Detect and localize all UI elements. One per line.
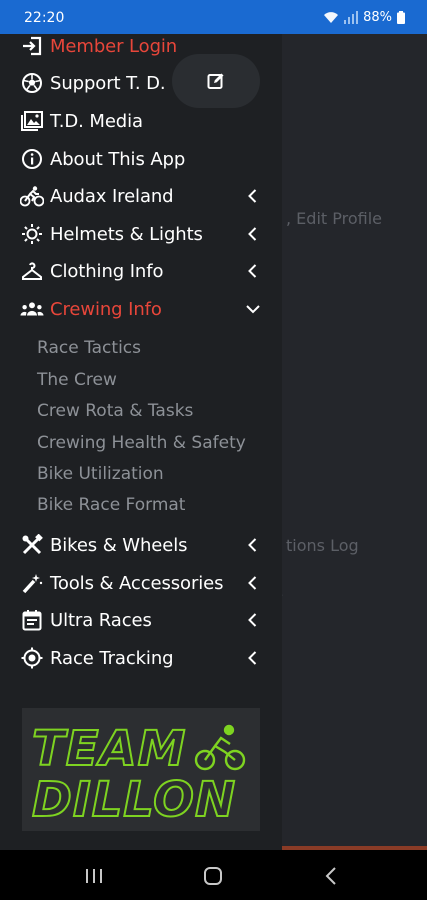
menu-item-label: About This App bbox=[50, 148, 186, 170]
log-text: tions Log bbox=[286, 536, 359, 555]
soccer-ball-icon bbox=[20, 71, 44, 95]
submenu-item-the-crew[interactable]: The Crew bbox=[37, 370, 117, 390]
chevron-left-icon bbox=[248, 264, 257, 278]
menu-item-tracking[interactable]: Race Tracking bbox=[20, 642, 270, 674]
info-icon bbox=[20, 147, 44, 171]
menu-item-label: Race Tracking bbox=[50, 647, 174, 669]
photo-library-icon bbox=[20, 109, 44, 133]
menu-item-label: Member Login bbox=[50, 35, 178, 57]
status-icons: 88% bbox=[323, 10, 405, 25]
calendar-icon bbox=[20, 608, 44, 632]
menu-item-label: T.D. Media bbox=[50, 110, 143, 132]
menu-item-member-login[interactable]: Member Login bbox=[20, 30, 270, 62]
menu-item-label: Audax Ireland bbox=[50, 185, 174, 207]
target-icon bbox=[20, 646, 44, 670]
navigation-drawer: Member Login Support T. D. T.D. Media Ab… bbox=[0, 34, 282, 850]
signal-icon bbox=[344, 11, 359, 24]
hanger-icon bbox=[20, 259, 44, 283]
chevron-left-icon bbox=[248, 227, 257, 241]
menu-item-label: Bikes & Wheels bbox=[50, 534, 188, 556]
login-icon bbox=[20, 34, 44, 58]
submenu-item-crew-rota[interactable]: Crew Rota & Tasks bbox=[37, 401, 193, 421]
team-logo: TEAM DILLON bbox=[22, 708, 260, 831]
home-icon[interactable] bbox=[201, 865, 225, 887]
menu-item-label: Ultra Races bbox=[50, 609, 152, 631]
chevron-left-icon bbox=[248, 538, 257, 552]
submenu-item-race-tactics[interactable]: Race Tactics bbox=[37, 338, 141, 358]
chevron-left-icon bbox=[248, 576, 257, 590]
cyclist-icon bbox=[20, 184, 44, 208]
group-icon bbox=[20, 297, 44, 321]
menu-item-label: Crewing Info bbox=[50, 298, 162, 320]
menu-item-tools[interactable]: Tools & Accessories bbox=[20, 567, 270, 599]
submenu-item-bike-race-format[interactable]: Bike Race Format bbox=[37, 495, 185, 515]
menu-item-helmets[interactable]: Helmets & Lights bbox=[20, 218, 270, 250]
menu-item-support[interactable]: Support T. D. bbox=[20, 67, 270, 99]
svg-text:DILLON: DILLON bbox=[32, 772, 236, 828]
chevron-left-icon bbox=[248, 613, 257, 627]
wifi-icon bbox=[324, 12, 339, 23]
menu-item-label: Tools & Accessories bbox=[50, 572, 224, 594]
menu-item-ultra[interactable]: Ultra Races bbox=[20, 604, 270, 636]
menu-item-media[interactable]: T.D. Media bbox=[20, 105, 270, 137]
status-time: 22:20 bbox=[24, 10, 65, 26]
tools-icon bbox=[20, 533, 44, 557]
sun-icon bbox=[20, 222, 44, 246]
recent-apps-icon[interactable] bbox=[82, 865, 106, 887]
chevron-down-icon bbox=[246, 305, 260, 314]
submenu-item-bike-utilization[interactable]: Bike Utilization bbox=[37, 464, 164, 484]
menu-item-audax[interactable]: Audax Ireland bbox=[20, 180, 270, 212]
menu-item-clothing[interactable]: Clothing Info bbox=[20, 255, 270, 287]
chevron-left-icon bbox=[248, 189, 257, 203]
menu-item-about[interactable]: About This App bbox=[20, 143, 270, 175]
menu-item-label: Support T. D. bbox=[50, 72, 166, 94]
battery-icon bbox=[397, 11, 405, 24]
menu-item-bikes[interactable]: Bikes & Wheels bbox=[20, 529, 270, 561]
system-nav-bar bbox=[0, 850, 427, 900]
svg-text:TEAM: TEAM bbox=[32, 721, 186, 777]
status-bar: 22:20 88% bbox=[0, 0, 427, 34]
menu-item-crewing[interactable]: Crewing Info bbox=[20, 293, 270, 325]
submenu-item-health-safety[interactable]: Crewing Health & Safety bbox=[37, 433, 246, 453]
chevron-left-icon bbox=[248, 651, 257, 665]
cyclist-logo-icon bbox=[194, 724, 246, 771]
wand-icon bbox=[20, 571, 44, 595]
edit-profile-text: , Edit Profile bbox=[286, 209, 382, 228]
battery-percent: 88% bbox=[363, 10, 392, 25]
back-icon[interactable] bbox=[320, 865, 344, 887]
menu-item-label: Clothing Info bbox=[50, 260, 164, 282]
team-dillon-logo: TEAM DILLON bbox=[31, 720, 246, 829]
menu-item-label: Helmets & Lights bbox=[50, 223, 203, 245]
